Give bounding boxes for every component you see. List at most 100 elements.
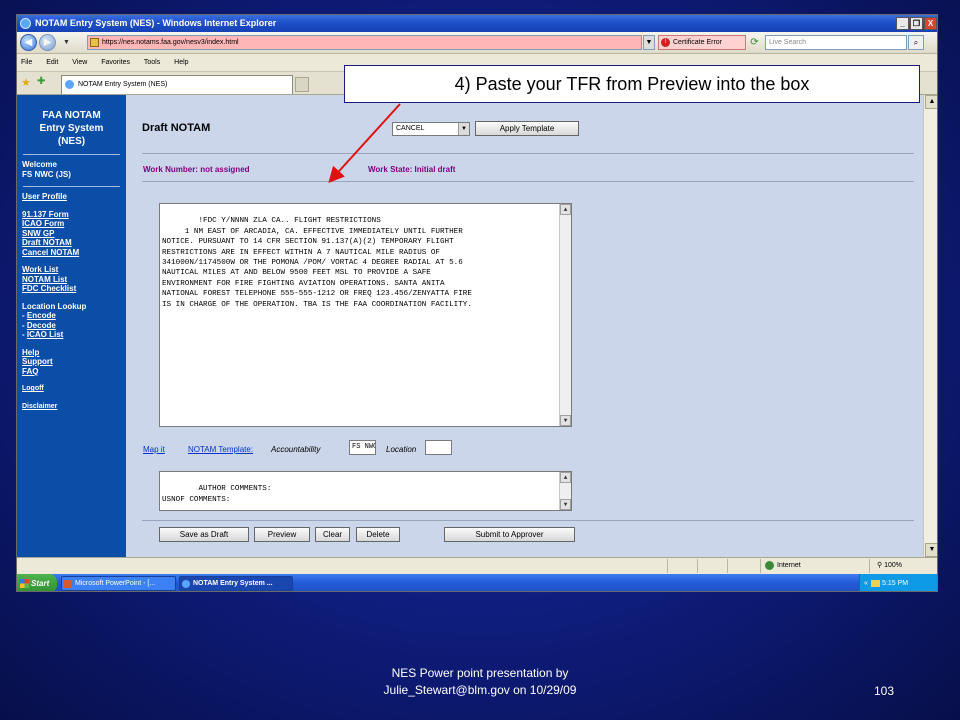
accountability-label: Accountability: [271, 445, 321, 454]
search-input[interactable]: Live Search: [765, 35, 907, 50]
restore-button[interactable]: ❐: [910, 17, 923, 30]
start-button[interactable]: Start: [17, 574, 57, 591]
taskbar-item-nes[interactable]: NOTAM Entry System ...: [179, 576, 293, 591]
sidebar-item-draft-notam[interactable]: Draft NOTAM: [22, 238, 126, 248]
history-dropdown-icon[interactable]: ▼: [59, 35, 74, 50]
comments-text-area[interactable]: AUTHOR COMMENTS: USNOF COMMENTS: ▲ ▼: [159, 471, 572, 511]
zoom-control[interactable]: ⚲ 100%: [877, 558, 902, 574]
add-favorite-icon[interactable]: ✚: [37, 76, 45, 87]
location-input[interactable]: [425, 440, 452, 455]
menu-edit[interactable]: Edit: [46, 59, 58, 66]
delete-button[interactable]: Delete: [356, 527, 400, 542]
scroll-up-icon[interactable]: ▲: [560, 204, 571, 215]
scroll-up-icon[interactable]: ▲: [925, 95, 937, 109]
preview-button[interactable]: Preview: [254, 527, 310, 542]
nes-brand: FAA NOTAM Entry System (NES): [17, 109, 126, 148]
start-label: Start: [31, 579, 50, 588]
accountability-input[interactable]: FS NWC: [349, 440, 376, 455]
sidebar-item-work-list[interactable]: Work List: [22, 265, 126, 275]
windows-logo-icon: [20, 579, 29, 588]
address-toolbar: ◀ ▶ ▼ https://nes.notams.faa.gov/nesv3/i…: [17, 32, 937, 54]
search-icon[interactable]: ⌕: [908, 35, 924, 50]
menu-tools[interactable]: Tools: [144, 59, 160, 66]
work-state: Work State: Initial draft: [368, 165, 456, 174]
sidebar-item-disclaimer[interactable]: Disclaimer: [22, 402, 126, 412]
sidebar-item-91137-form[interactable]: 91.137 Form: [22, 210, 126, 220]
back-button[interactable]: ◀: [20, 34, 37, 51]
scroll-down-icon[interactable]: ▼: [925, 543, 937, 557]
notam-template-link[interactable]: NOTAM Template:: [188, 445, 253, 454]
sidebar-item-faq[interactable]: FAQ: [22, 367, 126, 377]
comments-scrollbar[interactable]: ▲ ▼: [559, 472, 571, 510]
error-shield-icon: !: [661, 38, 670, 47]
scroll-down-icon[interactable]: ▼: [560, 499, 571, 510]
sidebar-item-user-profile[interactable]: User Profile: [22, 192, 126, 202]
url-dropdown-button[interactable]: ▼: [643, 35, 655, 50]
sidebar-item-notam-list[interactable]: NOTAM List: [22, 275, 126, 285]
notam-text: !FDC Y/NNNN ZLA CA.. FLIGHT RESTRICTIONS…: [162, 217, 472, 309]
chevron-down-icon: ▼: [458, 123, 469, 135]
windows-taskbar: Start Microsoft PowerPoint - [... NOTAM …: [17, 574, 937, 591]
taskbar-item-powerpoint[interactable]: Microsoft PowerPoint - [...: [61, 576, 176, 591]
brand-line: Entry System: [39, 123, 104, 134]
new-tab-button[interactable]: [295, 77, 309, 92]
url-text: https://nes.notams.faa.gov/nesv3/index.h…: [102, 39, 239, 46]
minimize-button[interactable]: _: [896, 17, 909, 30]
favorites-star-icon[interactable]: ★: [21, 76, 31, 89]
certificate-error-label: Certificate Error: [673, 39, 723, 46]
page-title: Draft NOTAM: [142, 122, 211, 134]
tab-title: NOTAM Entry System (NES): [78, 81, 168, 88]
tab-nes[interactable]: NOTAM Entry System (NES): [61, 75, 293, 94]
notam-text-scrollbar[interactable]: ▲ ▼: [559, 204, 571, 426]
welcome-block: Welcome FS NWC (JS): [17, 160, 126, 180]
ie-page-icon: [65, 80, 74, 89]
system-tray: « 5:15 PM: [859, 574, 937, 591]
sidebar-item-help[interactable]: Help: [22, 348, 126, 358]
scroll-up-icon[interactable]: ▲: [560, 472, 571, 483]
tray-expand-icon[interactable]: «: [864, 574, 868, 591]
close-button[interactable]: X: [924, 17, 937, 30]
template-select[interactable]: CANCEL ▼: [392, 122, 470, 136]
menu-view[interactable]: View: [72, 59, 87, 66]
divider: [142, 520, 914, 521]
sidebar-item-icao-list[interactable]: ICAO List: [27, 330, 63, 339]
sidebar-item-encode[interactable]: Encode: [27, 311, 56, 320]
clear-button[interactable]: Clear: [315, 527, 350, 542]
slide-credit: NES Power point presentation by Julie_St…: [270, 665, 690, 699]
apply-template-button[interactable]: Apply Template: [475, 121, 579, 136]
brand-line: (NES): [57, 136, 86, 147]
window-title: NOTAM Entry System (NES) - Windows Inter…: [35, 18, 277, 28]
map-it-link[interactable]: Map it: [143, 445, 165, 454]
sidebar-item-support[interactable]: Support: [22, 357, 126, 367]
brand-line: FAA NOTAM: [42, 110, 101, 121]
refresh-icon[interactable]: ⟳: [747, 35, 762, 50]
sidebar-item-icao-form[interactable]: ICAO Form: [22, 219, 126, 229]
location-label: Location: [386, 445, 417, 454]
sidebar-item-logoff[interactable]: Logoff: [22, 384, 126, 394]
page-scrollbar[interactable]: ▲ ▼: [923, 95, 937, 557]
save-draft-button[interactable]: Save as Draft: [159, 527, 249, 542]
template-select-value: CANCEL: [396, 125, 425, 132]
forward-button[interactable]: ▶: [39, 34, 56, 51]
scroll-down-icon[interactable]: ▼: [560, 415, 571, 426]
sidebar-item-decode[interactable]: Decode: [27, 321, 56, 330]
tray-icons[interactable]: [871, 580, 880, 587]
clock: 5:15 PM: [882, 580, 909, 587]
credit-line: Julie_Stewart@blm.gov on 10/29/09: [383, 683, 577, 697]
submit-to-approver-button[interactable]: Submit to Approver: [444, 527, 575, 542]
certificate-error-button[interactable]: ! Certificate Error: [658, 35, 746, 50]
comments-text: AUTHOR COMMENTS: USNOF COMMENTS:: [162, 485, 272, 504]
web-page: FAA NOTAM Entry System (NES) Welcome FS …: [17, 95, 923, 557]
work-number: Work Number: not assigned: [143, 165, 250, 174]
menu-file[interactable]: File: [21, 59, 32, 66]
url-input[interactable]: https://nes.notams.faa.gov/nesv3/index.h…: [87, 35, 642, 50]
menu-help[interactable]: Help: [174, 59, 188, 66]
sidebar-divider: [23, 154, 120, 155]
sidebar-item-fdc-checklist[interactable]: FDC Checklist: [22, 284, 126, 294]
sidebar-item-cancel-notam[interactable]: Cancel NOTAM: [22, 248, 126, 258]
slide-number: 103: [874, 684, 895, 698]
draft-notam-panel: Draft NOTAM CANCEL ▼ Apply Template Work…: [126, 95, 923, 557]
menu-favorites[interactable]: Favorites: [101, 59, 130, 66]
sidebar-item-snw-gp[interactable]: SNW GP: [22, 229, 126, 239]
notam-text-area[interactable]: !FDC Y/NNNN ZLA CA.. FLIGHT RESTRICTIONS…: [159, 203, 572, 427]
